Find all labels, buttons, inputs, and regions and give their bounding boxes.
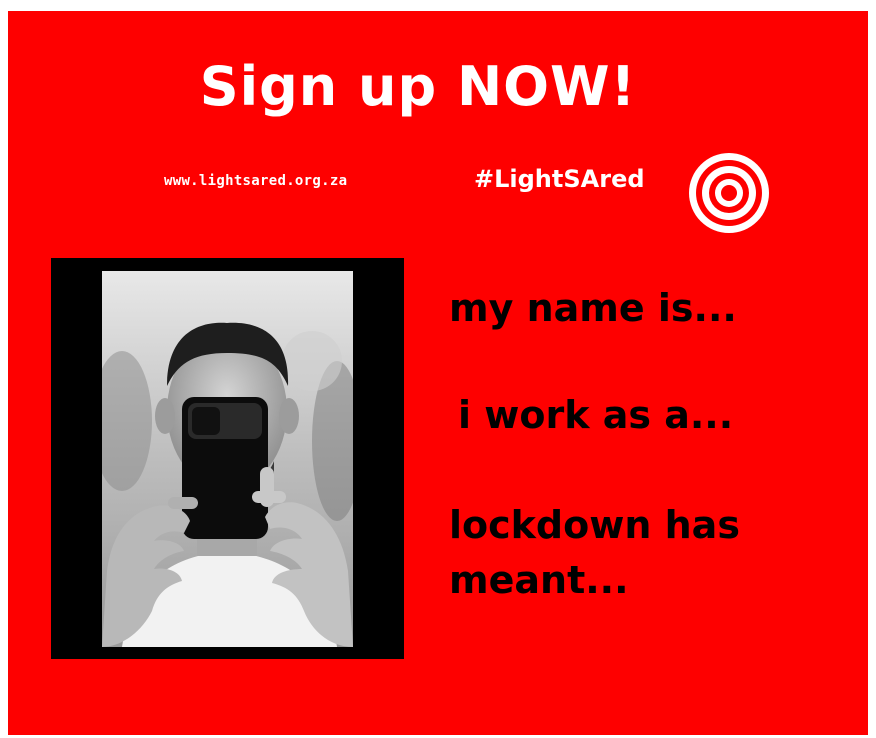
website-url: www.lightsared.org.za [164,173,348,189]
poster: Sign up NOW! www.lightsared.org.za #Ligh… [8,11,868,735]
hashtag: #LightSAred [474,165,645,193]
headline: Sign up NOW! [199,55,637,118]
person-holding-phone-photo [102,271,353,647]
prompt-work: i work as a... [458,393,734,437]
prompt-lockdown: lockdown has meant... [449,503,740,603]
photo-frame [51,258,404,659]
target-icon [689,153,769,233]
prompt-name: my name is... [449,286,737,330]
